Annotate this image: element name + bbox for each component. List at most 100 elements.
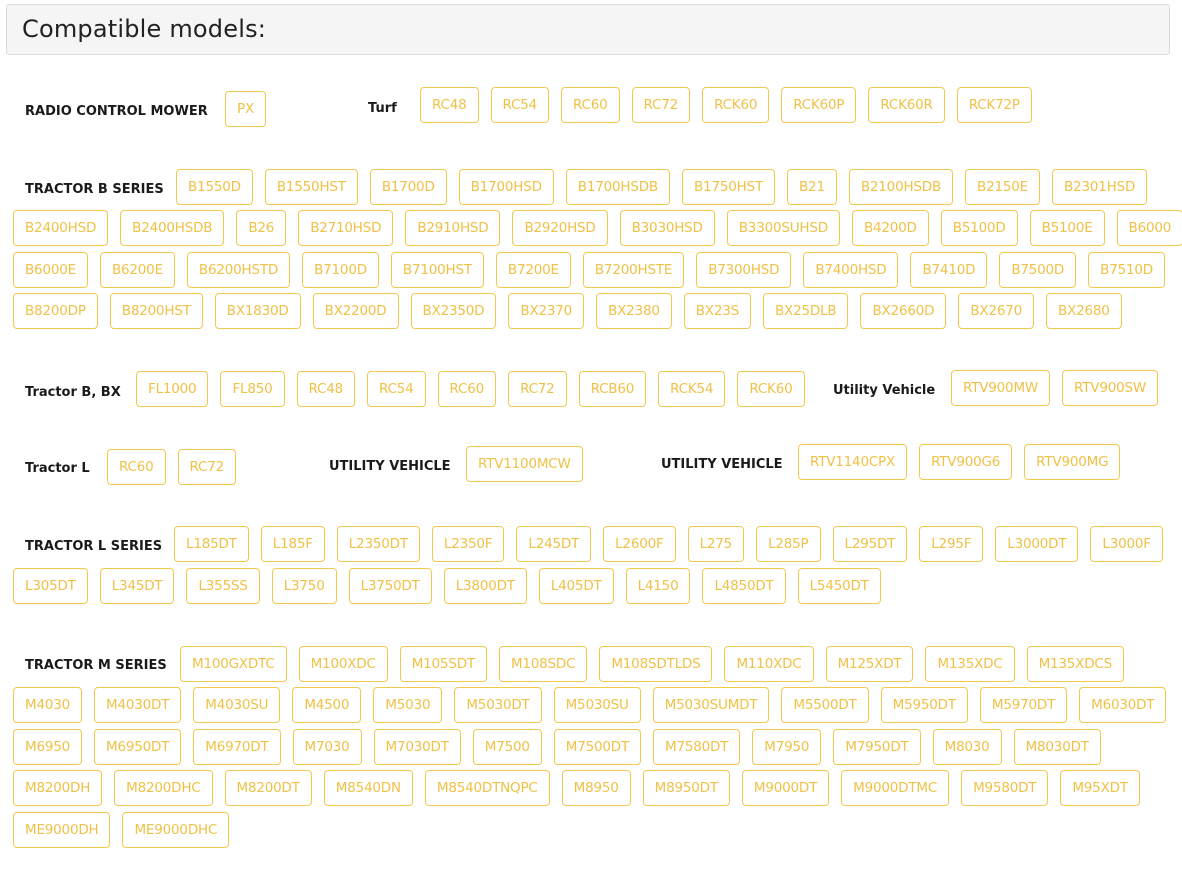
- model-tag[interactable]: B6000E: [13, 252, 88, 288]
- model-tag[interactable]: B7200HSTE: [582, 252, 685, 288]
- model-tag[interactable]: M5030SU: [553, 687, 641, 723]
- model-tag[interactable]: L305DT: [13, 568, 88, 604]
- model-tag[interactable]: L185F: [260, 526, 325, 562]
- model-tag[interactable]: L3750DT: [348, 568, 432, 604]
- model-tag[interactable]: M6970DT: [193, 729, 281, 765]
- model-tag[interactable]: BX2380: [596, 293, 672, 329]
- model-tag[interactable]: M4030SU: [193, 687, 281, 723]
- model-tag[interactable]: B7410D: [910, 252, 988, 288]
- model-tag[interactable]: M8950: [561, 770, 631, 806]
- model-tag[interactable]: M5970DT: [979, 687, 1068, 723]
- model-tag[interactable]: M8540DTNQPC: [424, 770, 550, 806]
- model-tag[interactable]: B6000: [1116, 210, 1182, 246]
- model-tag[interactable]: L2350DT: [336, 526, 420, 562]
- model-tag[interactable]: RC54: [367, 371, 426, 407]
- model-tag[interactable]: BX2670: [958, 293, 1035, 329]
- model-tag[interactable]: L295F: [919, 526, 984, 562]
- model-tag[interactable]: M7030: [292, 729, 362, 765]
- model-tag[interactable]: M8540DN: [323, 770, 413, 806]
- model-tag[interactable]: B1550HST: [264, 169, 358, 205]
- model-tag[interactable]: PX: [225, 91, 266, 127]
- model-tag[interactable]: BX2680: [1046, 293, 1122, 329]
- model-tag[interactable]: FL1000: [136, 371, 209, 407]
- model-tag[interactable]: L355SS: [186, 568, 260, 604]
- model-tag[interactable]: B1550D: [176, 169, 253, 205]
- model-tag[interactable]: RTV1140CPX: [798, 444, 908, 480]
- model-tag[interactable]: M6030DT: [1079, 687, 1167, 723]
- model-tag[interactable]: L3000DT: [995, 526, 1079, 562]
- model-tag[interactable]: B6200HSTD: [186, 252, 291, 288]
- model-tag[interactable]: B1700HSD: [458, 169, 554, 205]
- model-tag[interactable]: RCB60: [578, 371, 647, 407]
- model-tag[interactable]: B8200HST: [109, 293, 203, 329]
- model-tag[interactable]: BX2370: [508, 293, 585, 329]
- model-tag[interactable]: L3000F: [1090, 526, 1163, 562]
- model-tag[interactable]: M9580DT: [961, 770, 1049, 806]
- model-tag[interactable]: L295DT: [832, 526, 908, 562]
- model-tag[interactable]: M4500: [292, 687, 362, 723]
- model-tag[interactable]: M5030: [373, 687, 443, 723]
- model-tag[interactable]: B5100D: [940, 210, 1018, 246]
- model-tag[interactable]: B6200E: [99, 252, 175, 288]
- model-tag[interactable]: B2301HSD: [1052, 169, 1148, 205]
- model-tag[interactable]: RCK60P: [781, 87, 857, 123]
- model-tag[interactable]: RTV900SW: [1062, 370, 1159, 406]
- model-tag[interactable]: M8950DT: [642, 770, 730, 806]
- model-tag[interactable]: B2400HSDB: [120, 210, 225, 246]
- model-tag[interactable]: L4150: [625, 568, 691, 604]
- model-tag[interactable]: M100XDC: [298, 646, 388, 682]
- model-tag[interactable]: B7100HST: [390, 252, 484, 288]
- model-tag[interactable]: L275: [687, 526, 745, 562]
- model-tag[interactable]: RCK60R: [868, 87, 945, 123]
- model-tag[interactable]: RC72: [508, 371, 567, 407]
- model-tag[interactable]: RCK60: [702, 87, 770, 123]
- model-tag[interactable]: BX23S: [683, 293, 751, 329]
- model-tag[interactable]: M4030DT: [94, 687, 182, 723]
- model-tag[interactable]: B1750HST: [682, 169, 775, 205]
- model-tag[interactable]: RC72: [177, 449, 237, 485]
- model-tag[interactable]: M7950DT: [833, 729, 921, 765]
- model-tag[interactable]: M7950: [752, 729, 822, 765]
- model-tag[interactable]: M108SDC: [498, 646, 588, 682]
- model-tag[interactable]: B7300HSD: [696, 252, 792, 288]
- model-tag[interactable]: RC60: [561, 87, 620, 123]
- model-tag[interactable]: M135XDCS: [1026, 646, 1125, 682]
- model-tag[interactable]: L245DT: [516, 526, 592, 562]
- model-tag[interactable]: M5030DT: [454, 687, 542, 723]
- model-tag[interactable]: B5100E: [1029, 210, 1105, 246]
- model-tag[interactable]: M7580DT: [653, 729, 741, 765]
- model-tag[interactable]: M8030: [932, 729, 1002, 765]
- model-tag[interactable]: RTV1100MCW: [466, 446, 583, 482]
- model-tag[interactable]: RTV900MG: [1024, 444, 1121, 480]
- model-tag[interactable]: BX2350D: [410, 293, 497, 329]
- model-tag[interactable]: B7200E: [495, 252, 571, 288]
- model-tag[interactable]: M95XDT: [1060, 770, 1140, 806]
- model-tag[interactable]: RCK60: [737, 371, 805, 407]
- model-tag[interactable]: L285P: [756, 526, 821, 562]
- model-tag[interactable]: M110XDC: [724, 646, 814, 682]
- model-tag[interactable]: M6950DT: [94, 729, 182, 765]
- model-tag[interactable]: RC72: [631, 87, 691, 123]
- model-tag[interactable]: M4030: [13, 687, 83, 723]
- model-tag[interactable]: FL850: [220, 371, 285, 407]
- model-tag[interactable]: M7500: [472, 729, 542, 765]
- model-tag[interactable]: RC54: [490, 87, 550, 123]
- model-tag[interactable]: B7100D: [302, 252, 379, 288]
- model-tag[interactable]: ME9000DH: [13, 812, 111, 848]
- model-tag[interactable]: L4850DT: [702, 568, 786, 604]
- model-tag[interactable]: L405DT: [538, 568, 614, 604]
- model-tag[interactable]: M100GXDTC: [180, 646, 287, 682]
- model-tag[interactable]: BX2660D: [860, 293, 947, 329]
- model-tag[interactable]: B7400HSD: [803, 252, 899, 288]
- model-tag[interactable]: B1700HSDB: [565, 169, 670, 205]
- model-tag[interactable]: L185DT: [174, 526, 249, 562]
- model-tag[interactable]: B8200DP: [13, 293, 98, 329]
- model-tag[interactable]: M5030SUMDT: [652, 687, 770, 723]
- model-tag[interactable]: M5950DT: [880, 687, 968, 723]
- model-tag[interactable]: RTV900G6: [919, 444, 1013, 480]
- model-tag[interactable]: L345DT: [99, 568, 175, 604]
- model-tag[interactable]: M5500DT: [781, 687, 869, 723]
- model-tag[interactable]: L3750: [271, 568, 337, 604]
- model-tag[interactable]: L5450DT: [797, 568, 881, 604]
- model-tag[interactable]: BX1830D: [214, 293, 301, 329]
